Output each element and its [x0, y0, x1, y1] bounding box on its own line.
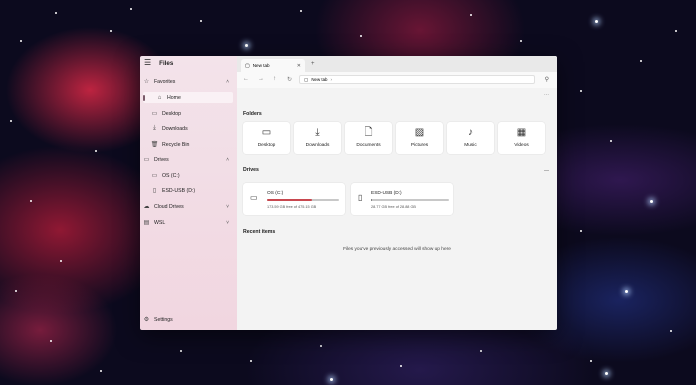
- refresh-button[interactable]: ↻: [287, 76, 292, 83]
- tab-icon: ▢: [245, 62, 250, 69]
- video-icon: ▦: [516, 127, 527, 138]
- download-icon: ⤓: [315, 127, 320, 138]
- drive-usage-fill: [371, 199, 372, 201]
- music-icon: ♪: [468, 127, 473, 138]
- drive-icon: ▭: [151, 173, 158, 179]
- chevron-up-icon[interactable]: ˄: [226, 79, 229, 85]
- chevron-up-icon[interactable]: ˄: [226, 157, 229, 163]
- folder-label: Desktop: [257, 143, 276, 148]
- folder-card-desktop[interactable]: ▭ Desktop: [243, 122, 290, 154]
- folder-label: Videos: [514, 143, 529, 148]
- sidebar-item-label: Favorites: [154, 78, 176, 85]
- hamburger-menu-icon[interactable]: ☰: [144, 59, 151, 67]
- desktop-icon: ▭: [261, 127, 272, 138]
- home-icon: ⌂: [157, 94, 162, 101]
- sidebar-item-settings[interactable]: ⚙ Settings: [140, 314, 238, 325]
- sidebar-item-label: Cloud Drives: [154, 203, 184, 210]
- address-icon: ▢: [304, 76, 309, 82]
- folder-label: Downloads: [305, 143, 330, 148]
- folder-card-pictures[interactable]: ▨ Pictures: [396, 122, 443, 154]
- drive-card-esd-usb-d[interactable]: ▯ ESD-USB (D:) 28.77 GB free of 28.88 GB: [351, 183, 453, 215]
- sidebar-item-drives[interactable]: ▭ Drives ˄: [140, 154, 238, 165]
- sidebar-item-home[interactable]: ⌂ Home: [143, 92, 233, 103]
- add-tab-button[interactable]: +: [311, 61, 315, 67]
- linux-icon: ▤: [143, 220, 150, 226]
- folder-card-videos[interactable]: ▦ Videos: [498, 122, 545, 154]
- cloud-icon: ☁: [143, 204, 150, 210]
- drives-section-title: Drives: [243, 167, 259, 173]
- drive-card-os-c[interactable]: ▭ OS (C:) 173.59 GB free of 475.15 GB: [243, 183, 345, 215]
- folder-label: Music: [464, 143, 477, 148]
- breadcrumb-new-tab[interactable]: New tab: [311, 77, 327, 82]
- folder-card-downloads[interactable]: ⤓ Downloads: [294, 122, 341, 154]
- up-button[interactable]: ↑: [273, 76, 276, 82]
- close-tab-icon[interactable]: ✕: [297, 63, 301, 69]
- desktop-icon: ▭: [151, 111, 158, 117]
- collapse-drives-icon[interactable]: —: [544, 168, 549, 174]
- back-button[interactable]: ←: [243, 76, 249, 82]
- sidebar-item-wsl[interactable]: ▤ WSL ˅: [140, 217, 238, 228]
- folder-card-documents[interactable]: 🗋 Documents: [345, 122, 392, 154]
- drive-name: OS (C:): [267, 191, 284, 196]
- recent-items-empty-message: Files you've previously accessed will sh…: [343, 247, 451, 252]
- star-icon: ☆: [143, 79, 150, 85]
- more-options-icon[interactable]: ⋯: [544, 92, 549, 98]
- usb-icon: ▯: [358, 193, 363, 202]
- drive-usage-fill: [267, 199, 313, 201]
- files-app-window: ☰ Files ☆ Favorites ˄ ⌂ Home ▭ Desktop ⤓…: [140, 56, 557, 330]
- drive-free-space: 28.77 GB free of 28.88 GB: [371, 205, 416, 209]
- forward-button[interactable]: →: [258, 76, 264, 82]
- drive-name: ESD-USB (D:): [371, 191, 402, 196]
- main-pane: ▢ New tab ✕ + — ☐ ✕ ← → ↑ ↻ ▢ New tab › …: [237, 56, 557, 330]
- recent-items-section-title: Recent items: [243, 229, 276, 235]
- drive-usage-bar: [371, 199, 449, 201]
- breadcrumb-chevron-icon: ›: [330, 77, 332, 82]
- folders-section-title: Folders: [243, 111, 262, 117]
- selection-indicator: [143, 95, 145, 101]
- sidebar-item-label: OS (C:): [162, 172, 180, 179]
- folder-card-music[interactable]: ♪ Music: [447, 122, 494, 154]
- drive-free-space: 173.59 GB free of 475.15 GB: [267, 205, 317, 209]
- sidebar-item-downloads[interactable]: ⤓ Downloads: [140, 123, 246, 134]
- picture-icon: ▨: [414, 127, 425, 138]
- tab-label: New tab: [252, 63, 270, 68]
- drive-icon: ▭: [143, 157, 150, 163]
- recycle-bin-icon: 🗑: [150, 142, 159, 148]
- chevron-down-icon[interactable]: ˅: [226, 220, 229, 226]
- usb-icon: ▯: [152, 188, 157, 194]
- chevron-down-icon[interactable]: ˅: [226, 204, 229, 210]
- download-icon: ⤓: [153, 125, 156, 131]
- drive-usage-bar: [267, 199, 339, 201]
- sidebar-item-os-c[interactable]: ▭ OS (C:): [140, 170, 246, 181]
- sidebar-item-label: Settings: [154, 316, 173, 323]
- app-title: Files: [159, 59, 174, 67]
- document-icon: 🗋: [364, 127, 373, 138]
- gear-icon: ⚙: [143, 317, 150, 323]
- folder-label: Documents: [356, 143, 381, 148]
- address-bar[interactable]: ▢ New tab ›: [299, 75, 535, 84]
- sidebar-item-esd-usb-d[interactable]: ▯ ESD-USB (D:): [140, 185, 246, 196]
- sidebar-item-label: ESD-USB (D:): [162, 187, 196, 194]
- sidebar-item-label: Downloads: [162, 125, 188, 132]
- search-icon[interactable]: ⚲: [545, 76, 549, 83]
- sidebar-header: ☰ Files: [140, 56, 237, 70]
- sidebar-item-label: WSL: [154, 219, 166, 226]
- navigation-toolbar: ← → ↑ ↻ ▢ New tab › ⚲: [237, 72, 557, 88]
- sidebar-item-recycle-bin[interactable]: 🗑 Recycle Bin: [140, 139, 246, 150]
- sidebar-item-label: Desktop: [162, 110, 182, 117]
- tab-bar: ▢ New tab ✕ + — ☐ ✕: [237, 56, 557, 72]
- tab-new-tab[interactable]: ▢ New tab ✕: [241, 59, 305, 72]
- sidebar-item-label: Drives: [154, 156, 169, 163]
- sidebar-item-favorites[interactable]: ☆ Favorites ˄: [140, 76, 238, 87]
- sidebar-item-label: Home: [167, 94, 181, 101]
- sidebar-item-desktop[interactable]: ▭ Desktop: [140, 108, 246, 119]
- drive-icon: ▭: [250, 193, 258, 202]
- sidebar-item-label: Recycle Bin: [162, 141, 190, 148]
- folder-label: Pictures: [410, 143, 429, 148]
- sidebar-item-cloud-drives[interactable]: ☁ Cloud Drives ˅: [140, 201, 238, 212]
- sidebar: ☰ Files ☆ Favorites ˄ ⌂ Home ▭ Desktop ⤓…: [140, 56, 237, 330]
